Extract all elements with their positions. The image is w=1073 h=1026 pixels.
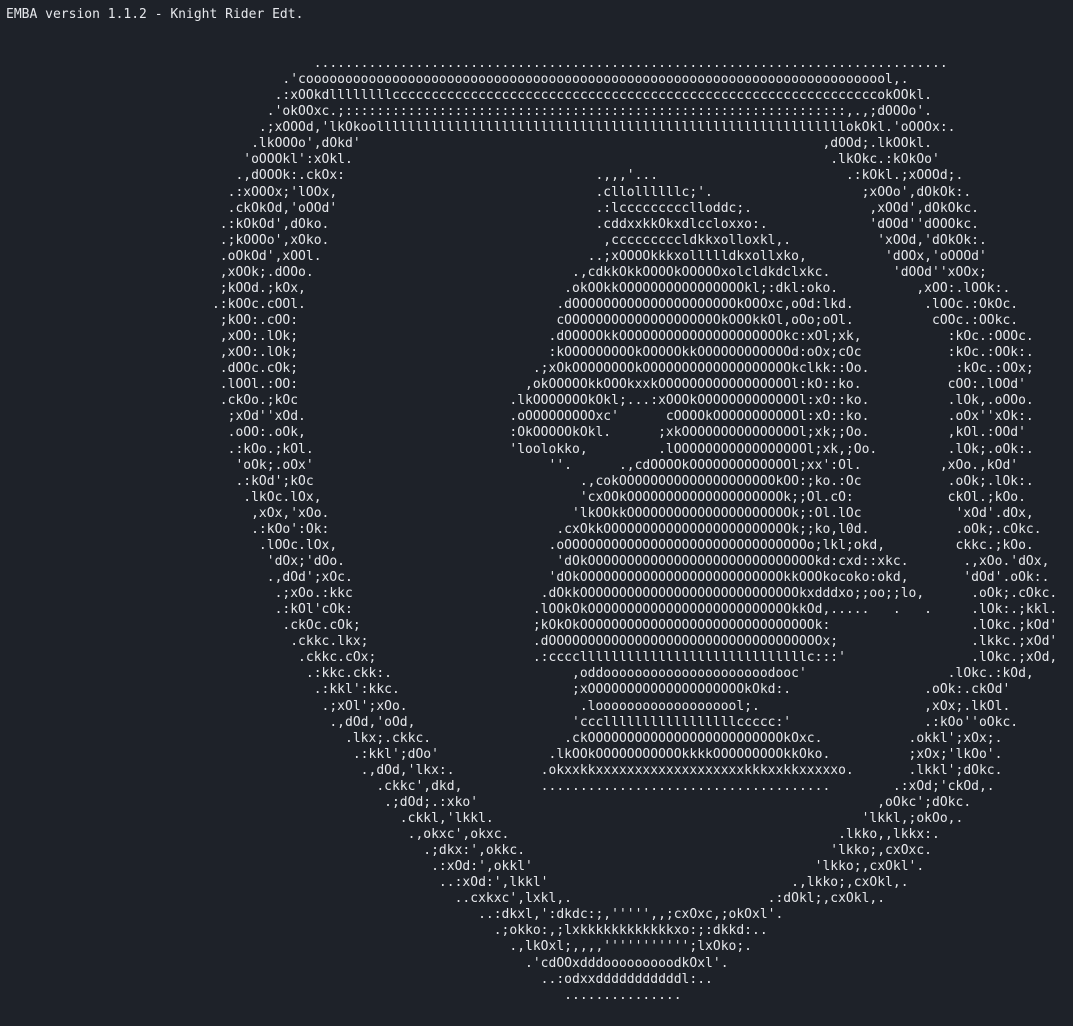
emba-version-banner: EMBA version 1.1.2 - Knight Rider Edt. <box>6 7 304 22</box>
terminal-window[interactable]: EMBA version 1.1.2 - Knight Rider Edt. .… <box>0 0 1073 1026</box>
emba-ascii-logo: ........................................… <box>211 56 1058 1003</box>
